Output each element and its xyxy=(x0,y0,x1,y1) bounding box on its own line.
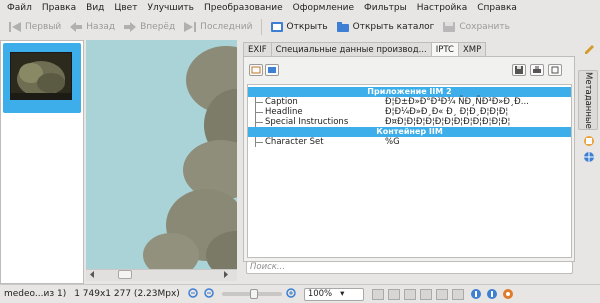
globe-icon[interactable] xyxy=(583,151,595,166)
image-viewer[interactable] xyxy=(86,40,237,270)
menu-filters[interactable]: Фильтры xyxy=(359,3,412,13)
last-button[interactable]: Последний xyxy=(179,17,256,37)
zoom-combo[interactable]: 100% ▾ xyxy=(303,287,364,301)
menubar: Файл Правка Вид Цвет Улучшить Преобразов… xyxy=(0,0,600,16)
arrow-right-icon xyxy=(123,21,137,33)
group-header-container[interactable]: Контейнер IIM xyxy=(248,127,571,137)
sidebar-tab-metadata[interactable]: Метаданные xyxy=(578,70,598,130)
arrow-left-icon xyxy=(69,21,83,33)
print-metadata-button[interactable] xyxy=(530,64,544,76)
save-metadata-button[interactable] xyxy=(512,64,526,76)
horizontal-scrollbar[interactable] xyxy=(86,269,237,281)
menu-settings[interactable]: Настройка xyxy=(412,3,473,13)
color-mgmt-button[interactable] xyxy=(419,288,432,300)
zoom-slider-handle[interactable] xyxy=(249,289,258,299)
menu-help[interactable]: Справка xyxy=(472,3,522,13)
list-item[interactable]: Caption Ð¦Ð±Ð»Ð°Ð³Ð¾ ÑÐ¸ÑÐ³Ð»Ð¸Ð... xyxy=(248,97,571,107)
save-icon xyxy=(515,66,523,74)
toolbar: Первый Назад Вперёд Последний Открыть От… xyxy=(0,16,600,38)
copy-metadata-button[interactable] xyxy=(548,64,562,76)
thumbnail-image[interactable] xyxy=(10,52,72,100)
zoom-in-icon[interactable] xyxy=(286,288,298,300)
metadata-actions xyxy=(512,64,562,76)
menu-decorate[interactable]: Оформление xyxy=(288,3,359,13)
statusbar: medeo...из 1) 1 749x1 277 (2.23Mpx) 100%… xyxy=(0,284,600,303)
chevron-down-icon: ▾ xyxy=(340,289,345,299)
search-input[interactable]: Поиск... xyxy=(246,261,573,274)
zoom-slider[interactable] xyxy=(221,289,282,299)
tags-icon[interactable] xyxy=(583,135,595,150)
underexposure-button[interactable] xyxy=(387,288,400,300)
save-icon xyxy=(442,21,456,33)
metadata-tabs: EXIF Специальные данные производ... IPTC… xyxy=(243,42,487,56)
metadata-list: Приложение IIM 2 Caption Ð¦Ð±Ð»Ð°Ð³Ð¾ ÑÐ… xyxy=(247,84,572,258)
overexposure-button[interactable] xyxy=(403,288,416,300)
focus-button[interactable] xyxy=(435,288,448,300)
list-item[interactable]: Special Instructions Ð¤Ð¦Ð¦Ð¦Ð¦Ð¦Ð¦Ð¦Ð¦Ð… xyxy=(248,117,571,127)
full-view-button[interactable] xyxy=(265,64,279,76)
list-item[interactable]: Character Set %G xyxy=(248,137,571,147)
simple-view-button[interactable] xyxy=(249,64,263,76)
toolbar-separator xyxy=(260,19,262,35)
open-button[interactable]: Открыть xyxy=(266,17,332,37)
menu-view[interactable]: Вид xyxy=(81,3,109,13)
menu-file[interactable]: Файл xyxy=(2,3,37,13)
under-exposure-indicator-icon[interactable] xyxy=(470,288,482,300)
color-management-icon[interactable] xyxy=(502,288,514,300)
first-button[interactable]: Первый xyxy=(4,17,65,37)
last-icon xyxy=(183,21,197,33)
copy-icon xyxy=(551,66,559,74)
tab-xmp[interactable]: XMP xyxy=(457,42,487,56)
forward-button[interactable]: Вперёд xyxy=(119,17,179,37)
preview-button[interactable] xyxy=(451,288,464,300)
status-dimensions: 1 749x1 277 (2.23Mpx) xyxy=(74,289,180,299)
list-item[interactable]: Headline Ð¦Ð¼Ð»Ð¸Ð« Ð¸ Ð¦Ð¸Ð¦Ð¦Ð¦ xyxy=(248,107,571,117)
tab-exif[interactable]: EXIF xyxy=(243,42,272,56)
pencil-icon[interactable] xyxy=(583,44,595,59)
tab-iptc[interactable]: IPTC xyxy=(430,42,459,56)
menu-transform[interactable]: Преобразование xyxy=(199,3,288,13)
over-exposure-indicator-icon[interactable] xyxy=(486,288,498,300)
save-button[interactable]: Сохранить xyxy=(438,17,514,37)
histogram-button[interactable] xyxy=(371,288,384,300)
open-file-icon xyxy=(270,21,284,33)
first-icon xyxy=(8,21,22,33)
folder-open-icon xyxy=(336,21,350,33)
menu-edit[interactable]: Правка xyxy=(37,3,81,13)
status-filename: medeo...из 1) xyxy=(4,289,67,299)
zoom-out-icon[interactable] xyxy=(188,288,200,300)
back-button[interactable]: Назад xyxy=(65,17,119,37)
full-view-icon xyxy=(268,67,276,73)
scrollbar-handle[interactable] xyxy=(118,270,132,279)
print-icon xyxy=(533,66,541,73)
view-mode-buttons xyxy=(249,64,279,76)
menu-enhance[interactable]: Улучшить xyxy=(142,3,199,13)
simple-view-icon xyxy=(251,66,261,74)
zoom-out-alt-icon[interactable] xyxy=(204,288,216,300)
scroll-right-icon[interactable] xyxy=(222,270,230,279)
open-catalog-button[interactable]: Открыть каталог xyxy=(332,17,439,37)
menu-color[interactable]: Цвет xyxy=(109,3,142,13)
tab-makernotes[interactable]: Специальные данные производ... xyxy=(270,42,432,56)
scroll-left-icon[interactable] xyxy=(88,270,96,279)
group-header-iim2[interactable]: Приложение IIM 2 xyxy=(248,87,571,97)
